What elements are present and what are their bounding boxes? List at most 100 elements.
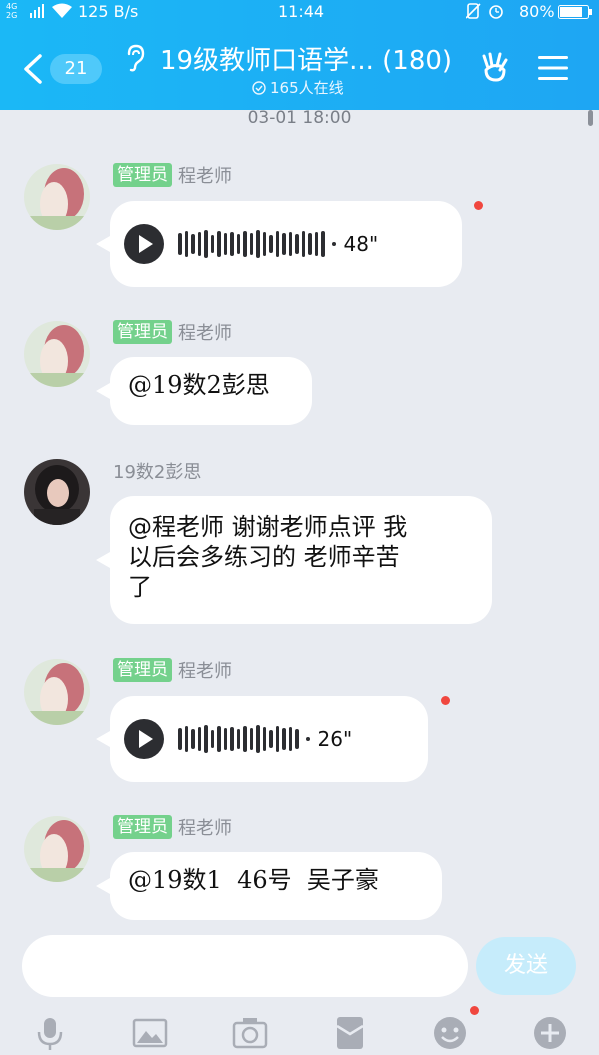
waveform-bar bbox=[230, 727, 234, 751]
message-text: @19数1 46号 吴子豪 bbox=[128, 866, 379, 894]
clock: 11:44 bbox=[278, 2, 325, 21]
waveform-bar bbox=[256, 230, 260, 258]
waveform-bar bbox=[217, 231, 221, 257]
play-icon[interactable] bbox=[124, 224, 164, 264]
sender-name[interactable]: 程老师 bbox=[178, 162, 232, 188]
waveform-bar bbox=[288, 232, 292, 256]
text-message[interactable]: @19数2彭思 bbox=[96, 357, 312, 425]
waveform-bar bbox=[236, 234, 240, 254]
waveform-bar bbox=[243, 726, 247, 752]
sender-row: 19数2彭思 bbox=[113, 458, 201, 484]
avatar[interactable] bbox=[24, 659, 90, 725]
admin-badge: 管理员 bbox=[113, 320, 172, 344]
admin-badge: 管理员 bbox=[113, 815, 172, 839]
unread-count-badge[interactable]: 21 bbox=[50, 54, 102, 84]
avatar[interactable] bbox=[24, 321, 90, 387]
voice-message[interactable]: 26" bbox=[96, 696, 428, 782]
online-count-label: 165人在线 bbox=[270, 79, 344, 97]
signal-icon bbox=[30, 4, 44, 18]
emoji-new-dot bbox=[470, 1006, 479, 1015]
scrollbar[interactable] bbox=[588, 110, 593, 126]
sender-row: 管理员 程老师 bbox=[113, 814, 232, 840]
emoji-icon[interactable] bbox=[431, 1014, 469, 1052]
admin-badge: 管理员 bbox=[113, 163, 172, 187]
sender-name[interactable]: 程老师 bbox=[178, 319, 232, 345]
avatar[interactable] bbox=[24, 164, 90, 230]
waveform-bar bbox=[197, 727, 201, 751]
avatar[interactable] bbox=[24, 459, 90, 525]
composer: 发送 bbox=[0, 930, 599, 1055]
waveform-bar bbox=[204, 725, 208, 753]
message-timestamp: 03-01 18:00 bbox=[247, 108, 352, 128]
online-count: 165人在线 bbox=[252, 77, 344, 98]
waveform-bar bbox=[321, 231, 325, 257]
composer-toolbar bbox=[0, 1006, 599, 1055]
avatar-image bbox=[24, 816, 90, 882]
message-line: 了 bbox=[128, 573, 152, 601]
group-title[interactable]: 19级教师口语学... (180) bbox=[160, 40, 452, 77]
waveform-bar bbox=[262, 727, 266, 751]
waveform-bar bbox=[308, 233, 312, 255]
waveform-bar bbox=[191, 729, 195, 749]
waveform-bar bbox=[204, 230, 208, 258]
text-message[interactable]: @19数1 46号 吴子豪 bbox=[96, 852, 442, 920]
message-input[interactable] bbox=[22, 935, 468, 997]
waveform-bar bbox=[197, 232, 201, 256]
unplayed-dot bbox=[474, 201, 483, 210]
waveform-bar bbox=[230, 232, 234, 256]
waveform-bar bbox=[275, 726, 279, 752]
sender-row: 管理员 程老师 bbox=[113, 162, 232, 188]
earpiece-mode-icon[interactable] bbox=[124, 44, 146, 72]
message-text: @19数2彭思 bbox=[128, 371, 270, 399]
status-bar: 4G 2G 125 B/s 11:44 80% bbox=[0, 0, 599, 26]
waveform-bar bbox=[223, 233, 227, 255]
play-icon[interactable] bbox=[124, 719, 164, 759]
sender-name[interactable]: 程老师 bbox=[178, 814, 232, 840]
waveform-bar bbox=[223, 728, 227, 750]
avatar[interactable] bbox=[24, 816, 90, 882]
avatar-image bbox=[24, 321, 90, 387]
plus-icon[interactable] bbox=[531, 1014, 569, 1052]
sender-row: 管理员 程老师 bbox=[113, 657, 232, 683]
sender-row: 管理员 程老师 bbox=[113, 319, 232, 345]
waveform bbox=[178, 724, 310, 754]
waveform-dot bbox=[305, 737, 310, 741]
waveform-bar bbox=[210, 730, 214, 748]
waveform-bar bbox=[256, 725, 260, 753]
online-check-icon bbox=[252, 80, 266, 95]
message-line: 以后会多练习的 老师辛苦 bbox=[128, 543, 400, 571]
waveform-bar bbox=[275, 231, 279, 257]
sender-name[interactable]: 程老师 bbox=[178, 657, 232, 683]
waveform-bar bbox=[236, 729, 240, 749]
waveform-bar bbox=[295, 729, 299, 749]
red-packet-icon[interactable] bbox=[331, 1014, 369, 1052]
image-icon[interactable] bbox=[131, 1014, 169, 1052]
hand-gesture-icon[interactable] bbox=[478, 50, 512, 84]
waveform-bar bbox=[282, 233, 286, 255]
sender-name[interactable]: 19数2彭思 bbox=[113, 458, 201, 484]
network-speed: 125 B/s bbox=[78, 2, 139, 21]
waveform-bar bbox=[295, 234, 299, 254]
menu-icon[interactable] bbox=[538, 54, 568, 82]
waveform-bar bbox=[178, 728, 182, 750]
back-icon[interactable] bbox=[22, 54, 44, 84]
waveform-bar bbox=[184, 231, 188, 257]
waveform-bar bbox=[288, 727, 292, 751]
title-bar: 4G 2G 125 B/s 11:44 80% 21 19级教师口语学... (… bbox=[0, 0, 599, 110]
waveform-bar bbox=[178, 233, 182, 255]
camera-icon[interactable] bbox=[231, 1014, 269, 1052]
waveform-bar bbox=[249, 233, 253, 255]
waveform-dot bbox=[331, 242, 336, 246]
network-type: 4G 2G bbox=[6, 2, 18, 20]
wifi-icon bbox=[52, 3, 72, 18]
voice-message[interactable]: 48" bbox=[96, 201, 462, 287]
microphone-icon[interactable] bbox=[31, 1014, 69, 1052]
waveform-bar bbox=[301, 231, 305, 257]
waveform-bar bbox=[184, 726, 188, 752]
waveform-bar bbox=[210, 235, 214, 253]
message-line: @程老师 谢谢老师点评 我 bbox=[128, 513, 408, 541]
voice-duration: 26" bbox=[317, 727, 353, 751]
send-button[interactable]: 发送 bbox=[476, 937, 576, 995]
waveform bbox=[178, 229, 336, 259]
text-message[interactable]: @程老师 谢谢老师点评 我 以后会多练习的 老师辛苦 了 bbox=[96, 496, 492, 624]
